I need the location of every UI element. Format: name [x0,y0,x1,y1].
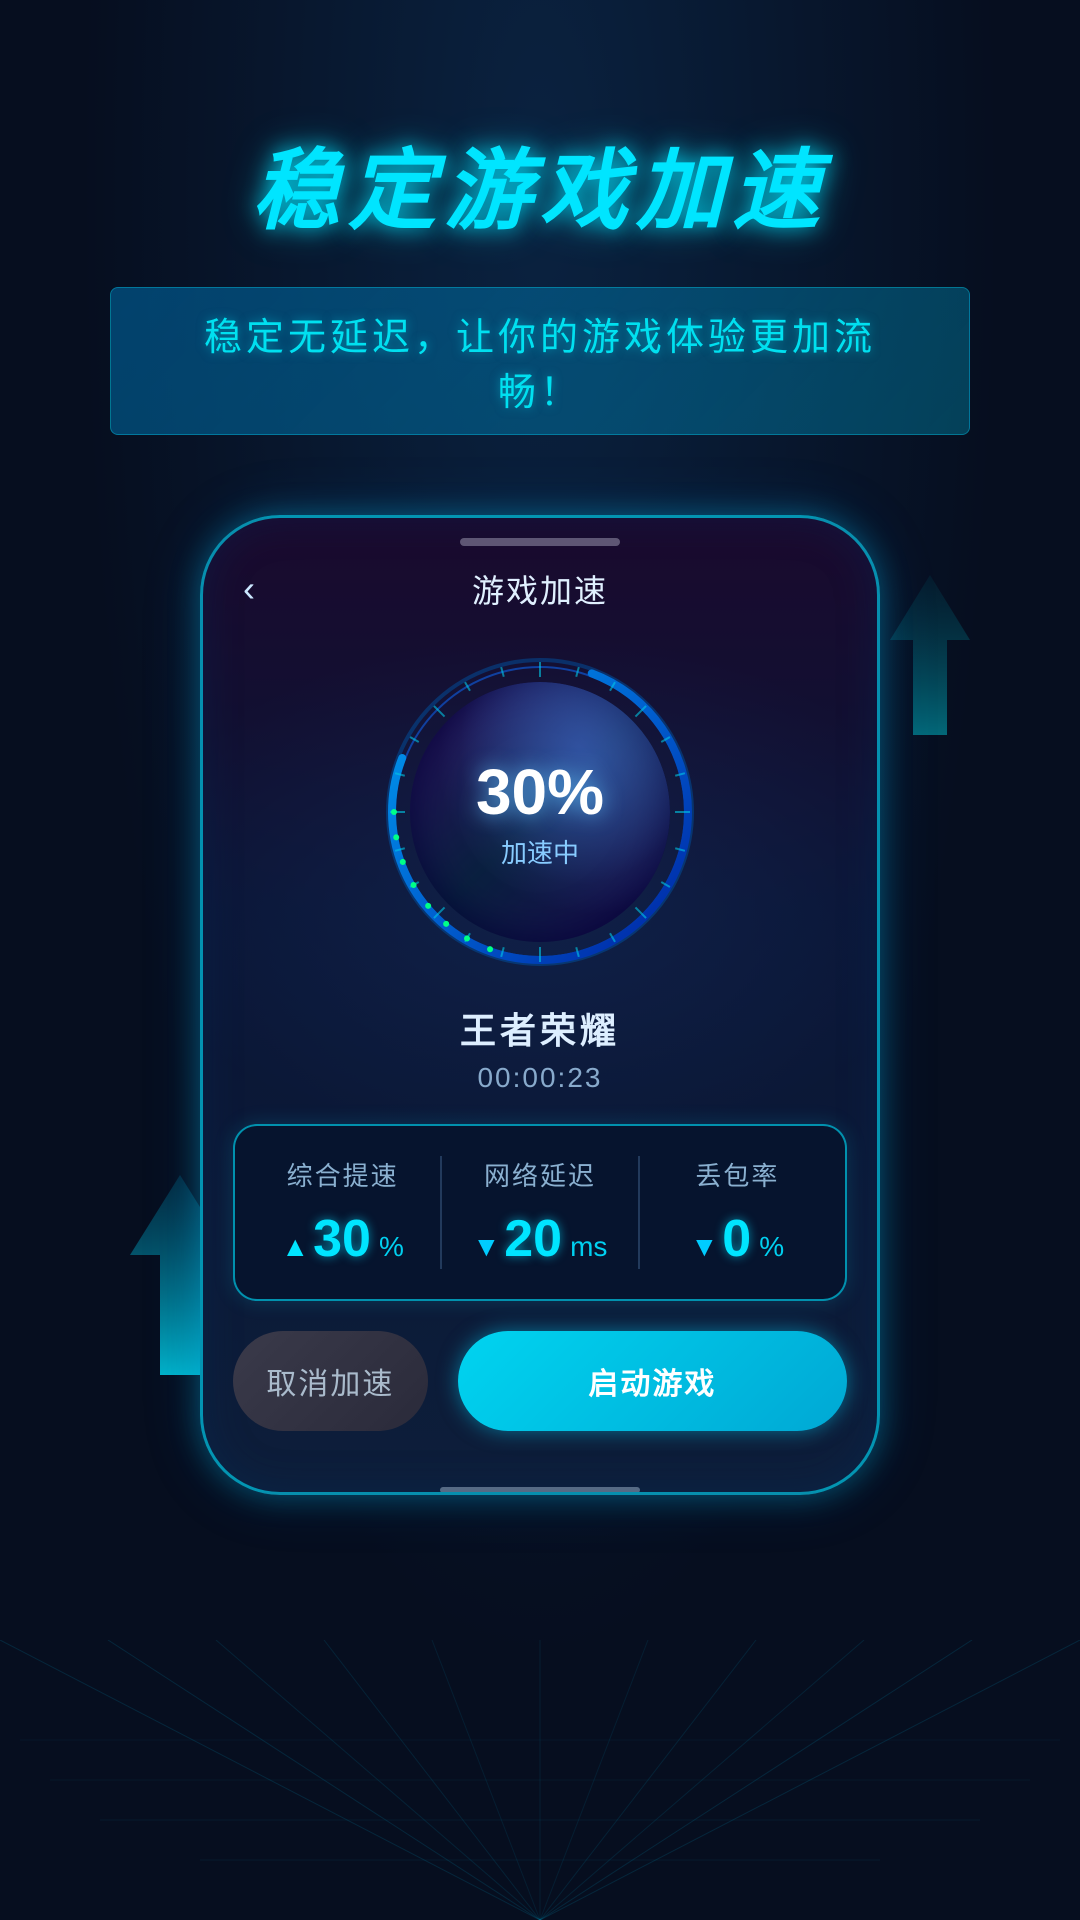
right-arrow-icon [880,575,980,735]
phone-screen-title: 游戏加速 [472,566,608,612]
phone-notch-area [203,518,877,556]
speedometer-area: 30% 加速中 王者荣耀 00:00:23 [203,652,877,1094]
phone-notch [460,538,620,546]
stat-packet-loss-unit: % [759,1231,784,1263]
stat-latency-value-row: ▼ 20 ms [473,1209,608,1269]
cancel-acceleration-button[interactable]: 取消加速 [233,1331,428,1431]
stat-divider-2 [638,1156,640,1269]
phone-navigation-bar: ‹ 游戏加速 [203,556,877,632]
phone-frame: ‹ 游戏加速 [200,515,880,1495]
stat-speed-label: 综合提速 [287,1156,399,1193]
stat-speed-unit: % [379,1231,404,1263]
stat-latency-label: 网络延迟 [484,1156,596,1193]
stat-packet-loss: 丢包率 ▼ 0 % [650,1156,825,1269]
speedometer-gauge: 30% 加速中 [380,652,700,972]
stat-latency: 网络延迟 ▼ 20 ms [452,1156,627,1269]
page-content: 稳定游戏加速 稳定无延迟，让你的游戏体验更加流畅！ [0,0,1080,1920]
subtitle-banner: 稳定无延迟，让你的游戏体验更加流畅！ [110,287,970,435]
speedometer-inner-circle: 30% 加速中 [410,682,670,942]
subtitle-text: 稳定无延迟，让你的游戏体验更加流畅！ [204,317,876,414]
stat-packet-loss-label: 丢包率 [695,1156,779,1193]
speedometer-percent-value: 30% [476,755,604,829]
main-title: 稳定游戏加速 [252,120,828,247]
speedometer-status: 加速中 [501,833,579,870]
stat-packet-loss-arrow-icon: ▼ [691,1231,719,1263]
stat-speed-number: 30 [313,1209,371,1269]
stat-speed-boost: 综合提速 ▲ 30 % [255,1156,430,1269]
game-info-section: 王者荣耀 00:00:23 [460,1002,620,1094]
stat-packet-loss-number: 0 [722,1209,751,1269]
stat-latency-number: 20 [504,1209,562,1269]
stats-panel: 综合提速 ▲ 30 % 网络延迟 ▼ 20 ms [233,1124,847,1301]
stat-speed-value-row: ▲ 30 % [281,1209,403,1269]
stat-latency-unit: ms [570,1231,607,1263]
action-buttons: 取消加速 启动游戏 [233,1331,847,1471]
stat-latency-arrow-icon: ▼ [473,1231,501,1263]
phone-mockup-container: ‹ 游戏加速 [200,515,880,1495]
stat-packet-loss-value-row: ▼ 0 % [691,1209,785,1269]
home-bar [440,1487,640,1493]
back-button[interactable]: ‹ [243,568,255,610]
game-timer: 00:00:23 [460,1062,620,1094]
stat-divider-1 [440,1156,442,1269]
game-name: 王者荣耀 [460,1002,620,1054]
start-game-button[interactable]: 启动游戏 [458,1331,847,1431]
stat-speed-arrow-icon: ▲ [281,1231,309,1263]
home-indicator [203,1471,877,1495]
